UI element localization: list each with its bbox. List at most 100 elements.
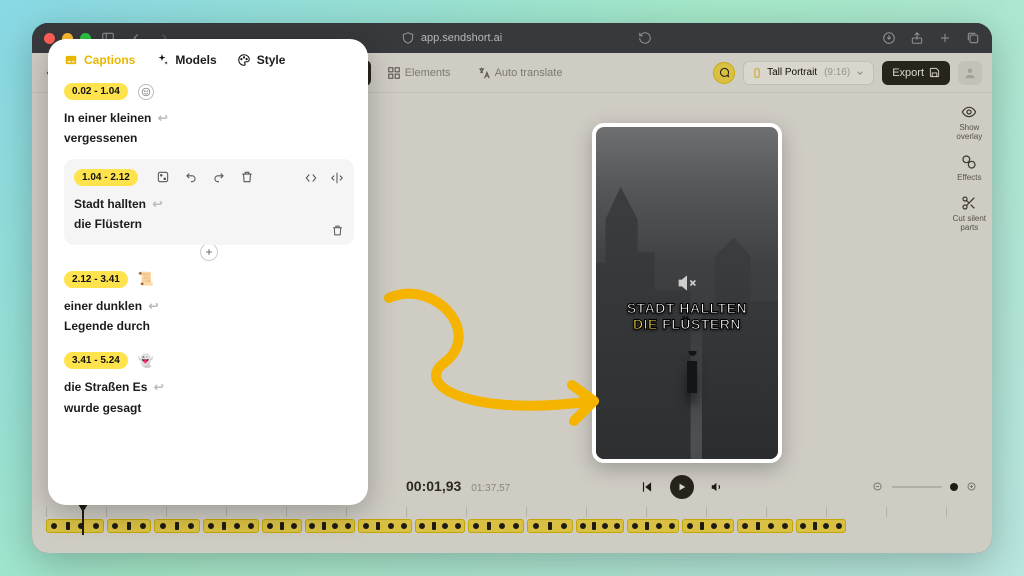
download-icon[interactable] xyxy=(882,31,896,45)
timeline-clip[interactable] xyxy=(796,519,846,533)
duration-time: 01:37,57 xyxy=(471,478,510,496)
preview-bg-right xyxy=(702,233,778,459)
play-icon xyxy=(677,482,687,492)
redo-icon[interactable] xyxy=(212,170,226,184)
return-icon: ↩ xyxy=(149,197,162,211)
time-chip[interactable]: 3.41 - 5.24 xyxy=(64,352,128,369)
browser-window: app.sendshort.ai Back Cropping xyxy=(32,23,992,553)
show-overlay-label: Show overlay xyxy=(956,123,982,141)
timeline-clip[interactable] xyxy=(468,519,524,533)
sparkle-icon xyxy=(155,53,169,67)
preview-figure xyxy=(684,351,700,393)
skip-back-icon[interactable] xyxy=(640,480,654,494)
time-chip[interactable]: 1.04 - 2.12 xyxy=(74,169,138,186)
playhead[interactable] xyxy=(82,507,84,535)
timeline-ruler xyxy=(46,507,978,517)
timeline-clip[interactable] xyxy=(107,519,151,533)
caption-block[interactable]: 3.41 - 5.24👻die Straßen Es ↩wurde gesagt xyxy=(64,346,354,428)
tab-style-label: Style xyxy=(257,53,286,67)
timeline-clip[interactable] xyxy=(358,519,412,533)
chat-icon xyxy=(718,67,730,79)
video-preview[interactable]: STADT HALLTEN DIE FLÜSTERN xyxy=(592,123,782,463)
cut-silent-button[interactable]: Cut silent parts xyxy=(953,194,986,232)
tab-style[interactable]: Style xyxy=(237,53,286,67)
phone-icon xyxy=(752,66,762,80)
tab-models-label: Models xyxy=(175,53,216,67)
time-chip[interactable]: 2.12 - 3.41 xyxy=(64,271,128,288)
zoom-slider[interactable] xyxy=(892,486,942,488)
timeline-clip[interactable] xyxy=(415,519,465,533)
effects-button[interactable]: Effects xyxy=(957,153,981,182)
aspect-ratio-selector[interactable]: Tall Portrait (9:16) xyxy=(743,61,874,85)
zoom-out-icon[interactable] xyxy=(872,481,884,493)
timeline-clip[interactable] xyxy=(737,519,793,533)
play-button[interactable] xyxy=(670,475,694,499)
elements-label: Elements xyxy=(405,67,451,79)
credits-badge[interactable] xyxy=(713,62,735,84)
tab-captions-label: Captions xyxy=(84,53,135,67)
caption-block[interactable]: 2.12 - 3.41 📜 einer dunklen ↩Legende durch xyxy=(64,265,354,347)
caption-line2-rest: FLÜSTERN xyxy=(662,316,741,332)
add-block-button[interactable] xyxy=(200,243,218,261)
address-bar-url[interactable]: app.sendshort.ai xyxy=(421,32,502,44)
trash-icon[interactable] xyxy=(240,170,254,184)
share-icon[interactable] xyxy=(910,31,924,45)
video-captions: STADT HALLTEN DIE FLÜSTERN xyxy=(596,300,778,332)
caption-block[interactable]: 1.04 - 2.12 Stadt hallten ↩die Flüstern xyxy=(64,159,354,245)
elements-icon xyxy=(387,66,401,80)
annotation-arrow xyxy=(374,273,624,433)
zoom-dot-icon xyxy=(950,483,958,491)
time-chip[interactable]: 0.02 - 1.04 xyxy=(64,83,128,100)
emoji-picker-icon[interactable] xyxy=(138,84,154,100)
timeline-clip[interactable] xyxy=(682,519,734,533)
timeline-clip[interactable] xyxy=(46,519,104,533)
tabs-icon[interactable] xyxy=(966,31,980,45)
translate-icon xyxy=(477,66,491,80)
caption-line2: DIE FLÜSTERN xyxy=(596,316,778,332)
caption-line2-em: DIE xyxy=(633,316,658,332)
export-label: Export xyxy=(892,67,924,79)
tab-captions[interactable]: Captions xyxy=(64,53,135,67)
zoom-in-icon[interactable] xyxy=(966,481,978,493)
timeline-clip[interactable] xyxy=(262,519,302,533)
current-time-whole: 00:01 xyxy=(406,478,442,494)
mute-icon xyxy=(677,273,697,293)
caption-text[interactable]: einer dunklen ↩Legende durch xyxy=(64,296,354,337)
timeline-clip[interactable] xyxy=(627,519,679,533)
captions-panel: Captions Models Style 0.02 - 1.04 In eine… xyxy=(48,39,368,505)
user-avatar[interactable] xyxy=(958,61,982,85)
merge-left-icon[interactable] xyxy=(304,171,318,185)
aspect-label: Tall Portrait xyxy=(767,67,817,78)
volume-icon[interactable] xyxy=(710,480,724,494)
person-icon xyxy=(963,66,977,80)
caption-text[interactable]: die Straßen Es ↩wurde gesagt xyxy=(64,377,354,418)
delete-line-icon[interactable] xyxy=(331,224,344,237)
caption-block[interactable]: 0.02 - 1.04 In einer kleinen ↩vergessenen xyxy=(64,77,354,159)
shield-icon[interactable] xyxy=(401,31,415,45)
show-overlay-button[interactable]: Show overlay xyxy=(956,103,982,141)
timeline-clip[interactable] xyxy=(154,519,200,533)
caption-text[interactable]: In einer kleinen ↩vergessenen xyxy=(64,108,354,149)
timeline-clips[interactable] xyxy=(46,519,978,533)
timeline-track[interactable] xyxy=(46,507,978,533)
tab-models[interactable]: Models xyxy=(155,53,216,67)
duration-frac: ,57 xyxy=(496,483,510,494)
right-tool-rail: Show overlay Effects Cut silent parts xyxy=(953,103,986,232)
caption-text[interactable]: Stadt hallten ↩die Flüstern xyxy=(74,194,344,235)
close-window-button[interactable] xyxy=(44,33,55,44)
undo-icon[interactable] xyxy=(184,170,198,184)
split-icon[interactable] xyxy=(330,171,344,185)
dice-icon[interactable] xyxy=(156,170,170,184)
timeline-clip[interactable] xyxy=(576,519,624,533)
aspect-dim: (9:16) xyxy=(824,67,850,78)
scissors-icon xyxy=(960,194,978,212)
scroll-icon: 📜 xyxy=(138,271,154,287)
timeline-clip[interactable] xyxy=(203,519,259,533)
new-tab-icon[interactable] xyxy=(938,31,952,45)
reload-icon[interactable] xyxy=(638,31,652,45)
timeline-clip[interactable] xyxy=(305,519,355,533)
auto-translate-tool[interactable]: Auto translate xyxy=(467,60,573,86)
timeline-clip[interactable] xyxy=(527,519,573,533)
elements-tool[interactable]: Elements xyxy=(377,60,461,86)
export-button[interactable]: Export xyxy=(882,61,950,85)
